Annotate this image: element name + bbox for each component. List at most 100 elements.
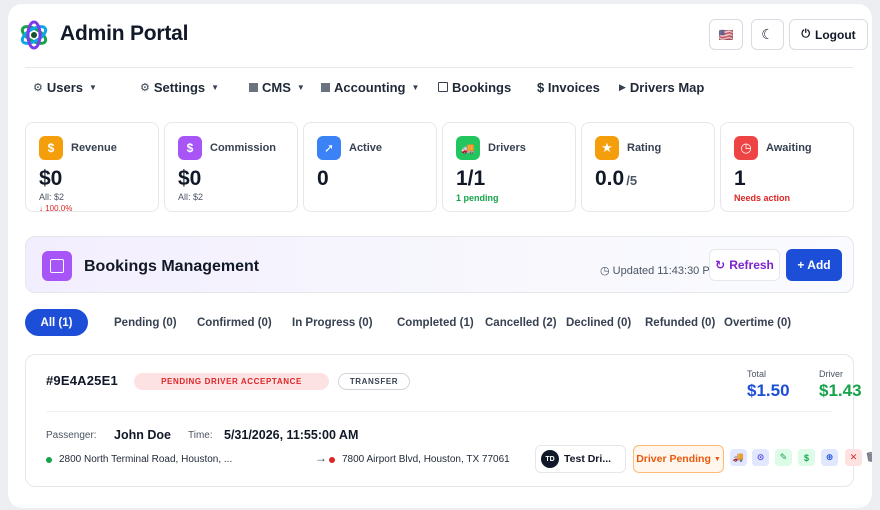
stat-sub: All: $2 (178, 192, 204, 202)
status-badge: PENDING DRIVER ACCEPTANCE (134, 373, 329, 390)
tab-overtime[interactable]: Overtime (0) (724, 317, 791, 329)
refresh-label: Refresh (729, 258, 774, 272)
assign-action-icon[interactable]: ⊕ (821, 449, 838, 466)
nav-invoices-label: $ Invoices (537, 79, 600, 95)
add-booking-button[interactable]: + Add (786, 249, 842, 281)
truck-icon: 🚚 (456, 136, 480, 160)
nav-users[interactable]: ⚙ Users ▼ (33, 77, 97, 97)
stat-value: 0 (317, 167, 329, 190)
refresh-button[interactable]: ↻ Refresh (709, 249, 780, 281)
driver-amount: $1.43 (819, 381, 862, 400)
app-title: Admin Portal (60, 22, 189, 45)
booking-id: #9E4A25E1 (46, 373, 118, 388)
nav-bookings[interactable]: Bookings (438, 77, 511, 97)
box-icon (438, 82, 448, 92)
last-updated-text: Updated 11:43:30 P (612, 265, 710, 277)
pickup-address-text: 2800 North Terminal Road, Houston, ... (59, 454, 233, 465)
stat-label: Active (349, 142, 383, 154)
truck-action-icon[interactable]: 🚚 (730, 449, 747, 466)
admin-portal-window: Admin Portal 🇺🇸 ☾ ⏻ Logout ⚙ Users ▼ ⚙ S… (8, 4, 872, 508)
chevron-down-icon: ▼ (411, 82, 420, 92)
arrow-up-icon: ➚ (317, 136, 341, 160)
bookings-icon (42, 251, 72, 281)
time-label: Time: (188, 430, 213, 441)
moon-icon: ☾ (761, 26, 774, 42)
language-button[interactable]: 🇺🇸 (709, 19, 743, 50)
driver-name: Test Dri... (564, 453, 612, 465)
nav-settings[interactable]: ⚙ Settings ▼ (140, 77, 219, 97)
stat-note: 1 pending (456, 193, 499, 203)
tab-pending[interactable]: Pending (0) (114, 317, 177, 329)
tab-confirmed[interactable]: Confirmed (0) (197, 317, 272, 329)
stat-value: $0 (39, 167, 63, 190)
tab-cancelled[interactable]: Cancelled (2) (485, 317, 557, 329)
theme-toggle-button[interactable]: ☾ (751, 19, 784, 50)
tab-refunded[interactable]: Refunded (0) (645, 317, 715, 329)
pickup-dot-icon (46, 456, 52, 463)
payment-action-icon[interactable]: $ (798, 449, 815, 466)
stat-sub: All: $2 (39, 192, 65, 202)
chevron-down-icon: ▼ (296, 82, 305, 92)
page-title: Bookings Management (84, 258, 260, 275)
logout-button[interactable]: ⏻ Logout (789, 19, 868, 50)
driver-status-label: Driver Pending (636, 453, 711, 465)
star-icon: ★ (595, 136, 619, 160)
tab-declined[interactable]: Declined (0) (566, 317, 631, 329)
stat-value: 0.0/5 (595, 167, 637, 191)
chevron-down-icon: ▼ (89, 82, 97, 92)
dropoff-dot-icon (329, 456, 335, 463)
play-icon: ▶ (619, 81, 626, 92)
cancel-action-icon[interactable]: ✕ (845, 449, 862, 466)
stat-change: ↓ 100.0% (39, 204, 73, 213)
refresh-icon: ↻ (715, 258, 726, 272)
booking-card[interactable]: #9E4A25E1 PENDING DRIVER ACCEPTANCE TRAN… (25, 354, 872, 487)
nav-accounting[interactable]: Accounting ▼ (321, 77, 419, 97)
clock-icon: ◷ (600, 265, 613, 277)
stat-label: Drivers (488, 142, 526, 154)
nav-cms[interactable]: CMS ▼ (249, 77, 305, 97)
stat-card-drivers: 🚚 Drivers 1/1 1 pending (442, 122, 576, 212)
nav-accounting-label: Accounting (334, 79, 406, 95)
stat-card-awaiting: ◷ Awaiting 1 Needs action (720, 122, 854, 212)
edit-action-icon[interactable]: ✎ (775, 449, 792, 466)
tab-in-progress[interactable]: In Progress (0) (292, 317, 373, 329)
nav-settings-label: Settings (153, 79, 206, 95)
chevron-down-icon: ▼ (211, 82, 220, 92)
stat-label: Commission (210, 142, 277, 154)
tab-completed[interactable]: Completed (1) (397, 317, 474, 329)
assigned-driver[interactable]: TD Test Dri... (535, 445, 626, 473)
view-action-icon[interactable]: ⊙ (752, 449, 769, 466)
driver-status-dropdown[interactable]: Driver Pending ▼ (633, 445, 724, 473)
nav-invoices[interactable]: $ Invoices (537, 77, 600, 97)
dollar-icon: $ (178, 136, 202, 160)
total-amount: $1.50 (747, 381, 790, 400)
stat-card-rating: ★ Rating 0.0/5 (581, 122, 715, 212)
logout-label: Logout (815, 27, 856, 42)
nav-cms-label: CMS (262, 79, 291, 95)
nav-drivers-map-label: Drivers Map (629, 79, 705, 95)
booking-time: 5/31/2026, 11:55:00 AM (224, 428, 359, 442)
driver-amount-label: Driver (819, 369, 843, 379)
avatar: TD (541, 450, 559, 468)
stat-card-commission: $ Commission $0 All: $2 (164, 122, 298, 212)
bookings-management-banner: Bookings Management ◷ Updated 11:43:30 P… (25, 236, 854, 293)
nav-drivers-map[interactable]: ▶ Drivers Map (619, 77, 704, 97)
trash-action-icon[interactable]: 🗑 (866, 449, 872, 466)
stat-card-active: ➚ Active 0 (303, 122, 437, 212)
type-badge: TRANSFER (338, 373, 410, 390)
square-icon (249, 82, 258, 92)
nav-bookings-label: Bookings (452, 79, 512, 95)
total-label: Total (747, 369, 767, 379)
arrow-right-icon: → (315, 451, 327, 465)
stat-label: Revenue (71, 142, 117, 154)
stat-value: $0 (178, 167, 202, 190)
card-divider (46, 411, 832, 412)
stat-value-suffix: /5 (626, 173, 638, 188)
clock-icon: ◷ (734, 136, 758, 160)
passenger-label: Passenger: (46, 430, 97, 441)
chevron-down-icon: ▼ (713, 455, 721, 463)
dropoff-address-text: 7800 Airport Blvd, Houston, TX 77061 (342, 454, 510, 465)
tab-all[interactable]: All (1) (25, 309, 88, 336)
stat-value-number: 0.0 (595, 167, 625, 190)
us-flag-icon: 🇺🇸 (718, 27, 734, 42)
